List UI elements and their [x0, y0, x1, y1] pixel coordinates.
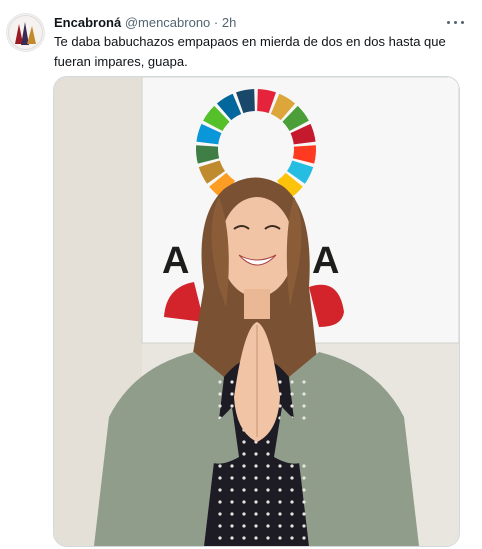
blouse-dot [230, 536, 234, 540]
blouse-dot [278, 524, 282, 528]
poster-letter-right: A [312, 240, 339, 282]
tweet: Encabroná @mencabrono · 2h Te daba babuc… [0, 0, 482, 549]
blouse-dot [266, 536, 270, 540]
blouse-dot [254, 476, 258, 480]
blouse-dot [290, 464, 294, 468]
blouse-dot [254, 464, 258, 468]
avatar[interactable] [6, 13, 45, 52]
blouse-dot [278, 476, 282, 480]
blouse-dot [254, 500, 258, 504]
blouse-dot [302, 416, 306, 420]
blouse-dot [278, 464, 282, 468]
blouse-dot [242, 476, 246, 480]
blouse-dot [218, 536, 222, 540]
blouse-dot [218, 380, 222, 384]
blouse-dot [218, 404, 222, 408]
blouse-dot [230, 392, 234, 396]
author-handle[interactable]: @mencabrono [125, 15, 210, 30]
more-options-icon[interactable] [446, 15, 466, 29]
blouse-dot [230, 476, 234, 480]
author-name[interactable]: Encabroná [54, 15, 121, 30]
blouse-dot [278, 512, 282, 516]
blouse-dot [230, 524, 234, 528]
blouse-dot [290, 488, 294, 492]
photo-image: A A [54, 77, 459, 546]
blouse-dot [290, 404, 294, 408]
blouse-dot [242, 488, 246, 492]
blouse-dot [242, 536, 246, 540]
blouse-dot [302, 488, 306, 492]
blouse-dot [266, 464, 270, 468]
blouse-dot [254, 488, 258, 492]
blouse-dot [230, 512, 234, 516]
blouse-dot [302, 524, 306, 528]
blouse-dot [218, 512, 222, 516]
blouse-dot [242, 440, 246, 444]
blouse-dot [302, 392, 306, 396]
blouse-dot [254, 524, 258, 528]
blouse-dot [302, 380, 306, 384]
blouse-dot [266, 440, 270, 444]
blouse-dot [278, 380, 282, 384]
blouse-dot [290, 476, 294, 480]
blouse-dot [266, 452, 270, 456]
blouse-dot [278, 488, 282, 492]
blouse-dot [254, 536, 258, 540]
blouse-dot [302, 476, 306, 480]
blouse-dot [242, 452, 246, 456]
tweet-header: Encabroná @mencabrono · 2h [54, 14, 468, 34]
poster-letter-left: A [162, 240, 189, 282]
blouse-dot [242, 464, 246, 468]
blouse-dot [218, 464, 222, 468]
blouse-dot [278, 500, 282, 504]
blouse-dot [218, 476, 222, 480]
blouse-dot [266, 500, 270, 504]
blouse-dot [242, 524, 246, 528]
blouse-dot [266, 488, 270, 492]
blouse-dot [230, 500, 234, 504]
blouse-dot [230, 488, 234, 492]
blouse-dot [266, 512, 270, 516]
blouse-dot [254, 452, 258, 456]
tweet-photo[interactable]: A A [53, 76, 460, 547]
avatar-image [7, 14, 44, 51]
blouse-dot [218, 500, 222, 504]
blouse-dot [290, 512, 294, 516]
blouse-dot [302, 464, 306, 468]
blouse-dot [302, 512, 306, 516]
tweet-text: Te daba babuchazos empapaos en mierda de… [54, 34, 446, 69]
blouse-dot [218, 524, 222, 528]
blouse-dot [254, 512, 258, 516]
blouse-dot [290, 524, 294, 528]
blouse-dot [266, 476, 270, 480]
blouse-dot [290, 380, 294, 384]
blouse-dot [230, 464, 234, 468]
blouse-dot [290, 536, 294, 540]
blouse-dot [230, 380, 234, 384]
blouse-dot [242, 512, 246, 516]
blouse-dot [302, 500, 306, 504]
blouse-dot [218, 488, 222, 492]
timestamp[interactable]: 2h [222, 15, 236, 30]
blouse-dot [242, 500, 246, 504]
face [220, 197, 294, 297]
separator-dot: · [213, 15, 219, 30]
blouse-dot [218, 392, 222, 396]
blouse-dot [266, 524, 270, 528]
blouse-dot [290, 392, 294, 396]
blouse-dot [278, 536, 282, 540]
blouse-dot [302, 404, 306, 408]
blouse-dot [290, 500, 294, 504]
blouse-dot [302, 536, 306, 540]
